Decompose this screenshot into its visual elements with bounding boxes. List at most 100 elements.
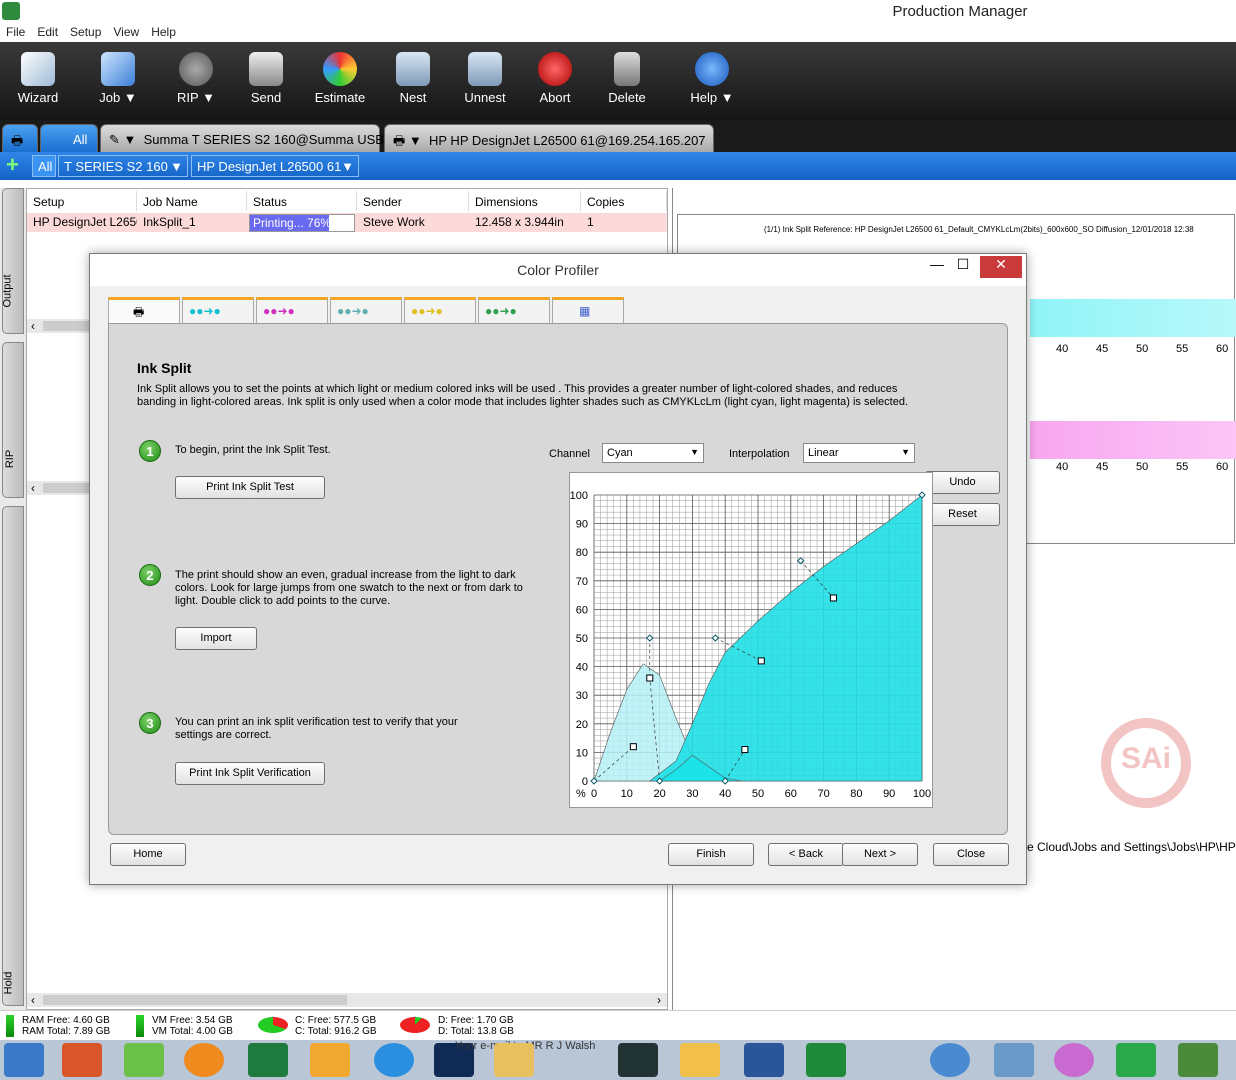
maximize-button[interactable]: ☐ [952, 256, 974, 278]
video-app-icon[interactable] [618, 1043, 658, 1077]
globe-icon [179, 52, 213, 86]
firefox-icon[interactable] [184, 1043, 224, 1077]
send-button[interactable]: Send [240, 42, 292, 120]
abort-button[interactable]: Abort [532, 42, 578, 120]
control-handle [757, 657, 765, 665]
tab-colors-split[interactable]: ●●➜● [478, 297, 550, 324]
back-button[interactable]: < Back [768, 843, 844, 866]
tab-output[interactable]: Output [2, 188, 24, 334]
minimize-button[interactable]: — [926, 256, 948, 278]
col-setup[interactable]: Setup [27, 191, 137, 211]
gauge-icon [323, 52, 357, 86]
wizard-button[interactable]: Wizard [8, 42, 68, 120]
channel-select[interactable]: Cyan ▼ [602, 443, 704, 463]
tab-cyan-split[interactable]: ●●➜● [182, 297, 254, 324]
tab-printer[interactable]: 🖶 [108, 297, 180, 324]
col-copies[interactable]: Copies [581, 191, 667, 211]
tab-hp[interactable]: 🖶 ▼ HP HP DesignJet L26500 61@169.254.16… [384, 124, 714, 152]
h-scrollbar[interactable]: ‹ › [27, 993, 667, 1007]
ram-meter-icon [6, 1015, 14, 1037]
tab-cmy-split[interactable]: ●●➜● [330, 297, 402, 324]
col-status[interactable]: Status [247, 191, 357, 211]
printer-icon: 🖶 ▼ [393, 133, 422, 148]
next-button[interactable]: Next > [842, 843, 918, 866]
col-dimensions[interactable]: Dimensions [469, 191, 581, 211]
ink-drops-icon: ●●➜● [189, 304, 221, 318]
col-job-name[interactable]: Job Name [137, 191, 247, 211]
ink-split-chart[interactable]: 0 10 20 30 40 50 60 70 80 90 100 0 10 20 30 40 50 60 70 80 9… [569, 472, 933, 808]
excel-icon[interactable] [248, 1043, 288, 1077]
app-icon[interactable] [930, 1043, 970, 1077]
wizard-icon [21, 52, 55, 86]
close-window-button[interactable]: ✕ [980, 256, 1022, 278]
word-icon[interactable] [744, 1043, 784, 1077]
dialog-title: Color Profiler [90, 254, 1026, 286]
menu-setup[interactable]: Setup [64, 22, 107, 42]
tab-hold[interactable]: Hold [2, 506, 24, 1006]
print-ink-split-test-button[interactable]: Print Ink Split Test [175, 476, 325, 499]
outlook-icon[interactable] [680, 1043, 720, 1077]
production-manager-icon[interactable] [1178, 1043, 1218, 1077]
x-tick-label: 40 [719, 788, 731, 800]
rip-button[interactable]: RIP ▼ [166, 42, 226, 120]
menu-edit[interactable]: Edit [31, 22, 64, 42]
step-3-badge: 3 [139, 712, 161, 734]
file-explorer-icon[interactable] [494, 1043, 534, 1077]
queue-sidebar: Output RIP Hold [0, 188, 26, 1010]
nest-button[interactable]: Nest [390, 42, 436, 120]
tab-magenta-split[interactable]: ●●➜● [256, 297, 328, 324]
delete-button[interactable]: Delete [600, 42, 654, 120]
unnest-button[interactable]: Unnest [460, 42, 510, 120]
window-title: Production Manager [892, 3, 1028, 20]
x-axis-prefix: % [576, 788, 586, 800]
tab-cmyk-split[interactable]: ●●➜● [404, 297, 476, 324]
cell-sender: Steve Work [363, 215, 425, 229]
col-sender[interactable]: Sender [357, 191, 469, 211]
filter-select-summa[interactable]: T SERIES S2 160 ▼ [58, 155, 188, 177]
app-icon[interactable] [310, 1043, 350, 1077]
print-verification-button[interactable]: Print Ink Split Verification [175, 762, 325, 785]
step-1-text: To begin, print the Ink Split Test. [175, 444, 331, 456]
interpolation-select[interactable]: Linear ▼ [803, 443, 915, 463]
itunes-icon[interactable] [1054, 1043, 1094, 1077]
menu-view[interactable]: View [107, 22, 145, 42]
app-icon[interactable] [806, 1043, 846, 1077]
filter-select-hp[interactable]: HP DesignJet L26500 61 ▼ [191, 155, 359, 177]
leaf-app-icon[interactable] [124, 1043, 164, 1077]
finish-button[interactable]: Finish [668, 843, 754, 866]
tab-rip[interactable]: RIP [2, 342, 24, 498]
audio-app-icon[interactable] [62, 1043, 102, 1077]
help-button[interactable]: Help ▼ [682, 42, 742, 120]
start-icon[interactable] [4, 1043, 44, 1077]
interpolation-label: Interpolation [729, 448, 790, 460]
y-tick-label: 10 [576, 747, 588, 759]
close-button[interactable]: Close [933, 843, 1009, 866]
calculator-icon[interactable] [994, 1043, 1034, 1077]
undo-button[interactable]: Undo [925, 471, 1000, 494]
estimate-button[interactable]: Estimate [310, 42, 370, 120]
x-tick-label: 100 [913, 788, 931, 800]
tab-gamut[interactable]: ▦ [552, 297, 624, 324]
ink-split-chart-svg[interactable]: 0 10 20 30 40 50 60 70 80 90 100 0 10 20 30 40 50 60 70 80 9… [570, 473, 932, 807]
reset-button[interactable]: Reset [925, 503, 1000, 526]
tab-add[interactable]: 🖶 [2, 124, 38, 152]
add-icon[interactable]: + [6, 154, 19, 176]
y-tick-label: 0 [582, 776, 588, 788]
control-handle [646, 674, 654, 682]
tab-all[interactable]: All [40, 124, 98, 152]
filter-all[interactable]: All [32, 155, 56, 177]
tab-summa[interactable]: ✎ ▼ Summa T SERIES S2 160@Summa USB [100, 124, 384, 152]
job-path-text: e Cloud\Jobs and Settings\Jobs\HP\HPL [1027, 840, 1236, 854]
control-point [711, 634, 720, 642]
cell-dimensions: 12.458 x 3.944in [475, 215, 564, 229]
menu-help[interactable]: Help [145, 22, 182, 42]
ie-icon[interactable] [374, 1043, 414, 1077]
step-2-badge: 2 [139, 564, 161, 586]
app-icon[interactable] [1116, 1043, 1156, 1077]
job-button[interactable]: Job ▼ [86, 42, 150, 120]
vm-total: VM Total: 4.00 GB [152, 1026, 233, 1037]
menu-file[interactable]: File [0, 22, 31, 42]
y-tick-label: 50 [576, 633, 588, 645]
import-button[interactable]: Import [175, 627, 257, 650]
home-button[interactable]: Home [110, 843, 186, 866]
